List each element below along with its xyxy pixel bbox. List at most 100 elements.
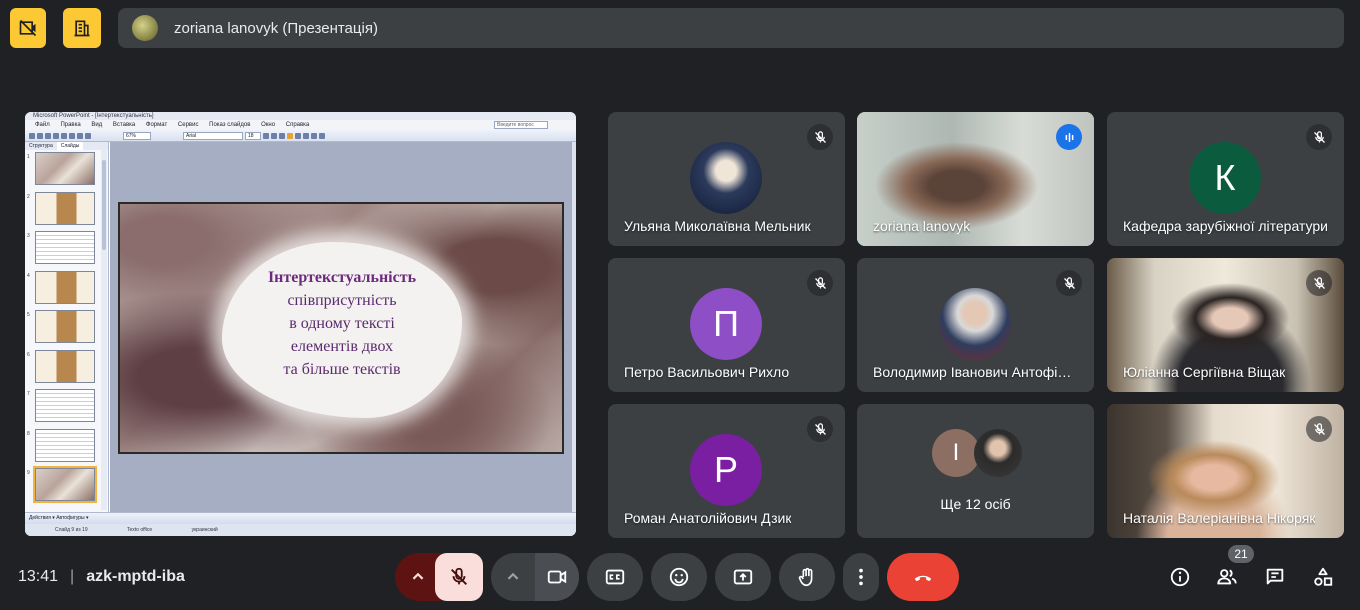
pp-menu-item: Формат — [145, 122, 168, 128]
slide-thumbnail[interactable] — [35, 231, 95, 264]
raise-hand-button[interactable] — [779, 553, 835, 601]
activities-button[interactable] — [1311, 565, 1335, 589]
people-button[interactable] — [1215, 565, 1239, 589]
participant-tile[interactable]: Наталія Валеріанівна Нікоряк — [1107, 404, 1344, 538]
camera-toggle-button[interactable] — [535, 553, 579, 601]
presenter-label: zoriana lanovyk (Презентація) — [174, 19, 378, 37]
present-screen-button[interactable] — [715, 553, 771, 601]
video-options-button[interactable] — [491, 553, 535, 601]
slide-thumb-row[interactable]: 5 — [25, 308, 108, 348]
pp-canvas-scrollbar[interactable] — [572, 142, 576, 512]
slide-thumb-row[interactable]: 4 — [25, 269, 108, 309]
slide-thumbnail[interactable] — [35, 389, 95, 422]
slide-thumb-number: 2 — [27, 193, 30, 200]
participant-tile[interactable]: P Роман Анатолійович Дзик — [608, 404, 845, 538]
pp-tab-outline[interactable]: Структура — [25, 142, 57, 150]
layout-button[interactable] — [63, 8, 101, 48]
undo-icon — [85, 132, 91, 139]
slide-thumbnail[interactable] — [35, 310, 95, 343]
pp-titlebar: Microsoft PowerPoint - [Інтертекстуальні… — [25, 112, 576, 120]
participant-tile-speaking[interactable]: zoriana lanovyk — [857, 112, 1094, 246]
slide-thumbnail[interactable] — [35, 270, 95, 304]
more-options-button[interactable] — [843, 553, 879, 601]
shapes-icon — [1314, 567, 1333, 586]
captions-button[interactable] — [587, 553, 643, 601]
slide-line: та більше текстів — [283, 361, 401, 378]
participant-initial-avatar: P — [690, 434, 762, 506]
presenter-bar[interactable]: zoriana lanovyk (Презентація) — [118, 8, 1344, 48]
slide-thumbnail-selected[interactable] — [33, 466, 97, 503]
save-icon — [45, 132, 51, 139]
slide-thumb-row[interactable]: 8 — [25, 427, 108, 467]
pp-menu-item: Справка — [285, 122, 310, 128]
participant-tile[interactable]: П Петро Васильович Рихло — [608, 258, 845, 392]
pp-tab-slides[interactable]: Слайды — [56, 142, 84, 150]
italic-icon — [271, 132, 277, 139]
participant-name: Володимир Іванович Антофійчук — [873, 364, 1078, 380]
hide-self-view-button[interactable] — [10, 8, 46, 48]
camera-icon — [547, 570, 567, 584]
pp-status-slide: Слайд 9 из 19 — [55, 527, 88, 533]
mic-off-badge — [1306, 270, 1332, 296]
slide-thumbnail[interactable] — [35, 349, 95, 383]
pp-menu-item: Окно — [261, 122, 276, 128]
chat-icon — [1266, 568, 1284, 585]
more-vert-icon — [859, 568, 863, 586]
mic-off-icon — [1313, 422, 1325, 435]
emoji-icon — [669, 567, 689, 587]
slide-thumb-row[interactable]: 1 — [25, 150, 108, 190]
paste-icon — [77, 132, 83, 139]
end-call-icon — [914, 575, 932, 582]
slide-thumb-row[interactable]: 2 — [25, 190, 108, 230]
slide-thumb-number: 8 — [27, 430, 30, 437]
participant-tile[interactable]: Ульяна Миколаївна Мельник — [608, 112, 845, 246]
chat-button[interactable] — [1263, 565, 1287, 589]
slide-thumb-number: 3 — [27, 233, 30, 239]
more-participants-label: Ще 12 осіб — [940, 496, 1011, 512]
pp-slide-canvas[interactable]: Інтертекстуальність співприсутність в од… — [110, 142, 572, 512]
slide-thumb-number: 5 — [27, 312, 30, 318]
slide-thumb-number: 6 — [27, 351, 30, 358]
slide-thumbnail[interactable] — [35, 428, 95, 462]
pp-slides-scrollbar[interactable] — [101, 150, 107, 510]
mic-off-icon — [814, 276, 826, 289]
pp-scroll-thumb[interactable] — [102, 160, 106, 250]
reactions-button[interactable] — [651, 553, 707, 601]
pp-thumbnail-list: 1 2 3 4 5 6 7 8 9 — [25, 150, 108, 506]
speaking-badge — [1056, 124, 1082, 150]
participant-initial-avatar: П — [690, 288, 762, 360]
mic-off-badge — [807, 270, 833, 296]
more-participants-avatars: І — [932, 429, 1024, 479]
slide-thumbnail[interactable] — [35, 152, 95, 185]
pp-drawing-toolbar: Действия ▾ Автофигуры ▾ — [25, 512, 576, 524]
pp-status-design: Texto office — [127, 527, 153, 533]
pp-slides-pane[interactable]: Структура Слайды 1 2 3 4 5 6 7 8 9 — [25, 142, 109, 512]
more-participants-tile[interactable]: І Ще 12 осіб — [857, 404, 1094, 538]
participant-tile[interactable]: Юліанна Сергіївна Віщак — [1107, 258, 1344, 392]
slide-thumb-row[interactable]: 9 — [25, 466, 108, 506]
bullets-icon — [311, 132, 317, 139]
copy-icon — [69, 132, 75, 139]
pp-status-language: украинский — [191, 527, 218, 533]
hand-icon — [798, 567, 813, 587]
mic-off-icon — [451, 567, 467, 585]
slide-thumb-row[interactable]: 3 — [25, 229, 108, 269]
slide-thumbnail[interactable] — [35, 191, 95, 225]
mic-off-icon — [1313, 130, 1325, 143]
participant-tile[interactable]: К Кафедра зарубіжної літератури — [1107, 112, 1344, 246]
mic-toggle-button[interactable] — [435, 553, 483, 601]
slide-thumb-row[interactable]: 6 — [25, 348, 108, 388]
slide-title: Інтертекстуальність — [267, 269, 417, 286]
slide-thumb-row[interactable]: 7 — [25, 387, 108, 427]
shared-presentation[interactable]: Microsoft PowerPoint - [Інтертекстуальні… — [25, 112, 576, 536]
participant-tile[interactable]: Володимир Іванович Антофійчук — [857, 258, 1094, 392]
participant-photo-avatar — [939, 288, 1011, 360]
captions-icon — [605, 569, 625, 585]
presenter-avatar — [132, 15, 158, 41]
leave-call-button[interactable] — [887, 553, 959, 601]
meeting-info: 13:41 | azk-mptd-iba — [18, 568, 185, 586]
audio-level-icon — [1065, 132, 1073, 142]
pp-menu-item: Вид — [91, 122, 103, 128]
meeting-details-button[interactable] — [1168, 565, 1192, 589]
pp-menu-item: Правка — [60, 122, 81, 128]
